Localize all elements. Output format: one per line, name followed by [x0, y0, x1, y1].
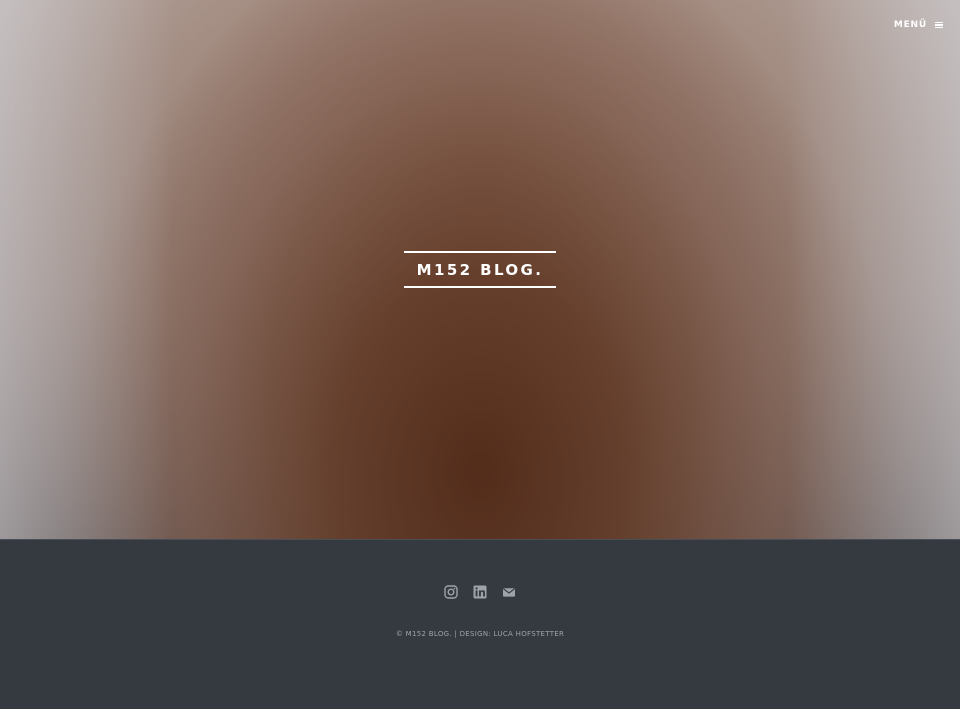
envelope-icon: [502, 588, 516, 597]
instagram-link[interactable]: [444, 585, 458, 599]
instagram-icon: [444, 585, 458, 599]
footer: © M152 BLOG. | DESIGN: LUCA HOFSTETTER: [0, 539, 960, 709]
linkedin-icon: [473, 585, 487, 599]
menu-button[interactable]: MENÜ: [894, 20, 943, 30]
hero-banner: MENÜ M152 BLOG.: [0, 0, 960, 539]
email-link[interactable]: [502, 585, 516, 599]
hamburger-icon: [935, 21, 943, 29]
linkedin-link[interactable]: [473, 585, 487, 599]
social-links: [0, 585, 960, 599]
menu-label: MENÜ: [893, 20, 927, 30]
copyright-text: © M152 BLOG. | DESIGN: LUCA HOFSTETTER: [0, 630, 960, 638]
site-title-link[interactable]: M152 BLOG.: [404, 251, 556, 288]
copyright-label: © M152 BLOG. | DESIGN: LUCA HOFSTETTER: [395, 630, 565, 638]
site-title: M152 BLOG.: [416, 260, 544, 279]
